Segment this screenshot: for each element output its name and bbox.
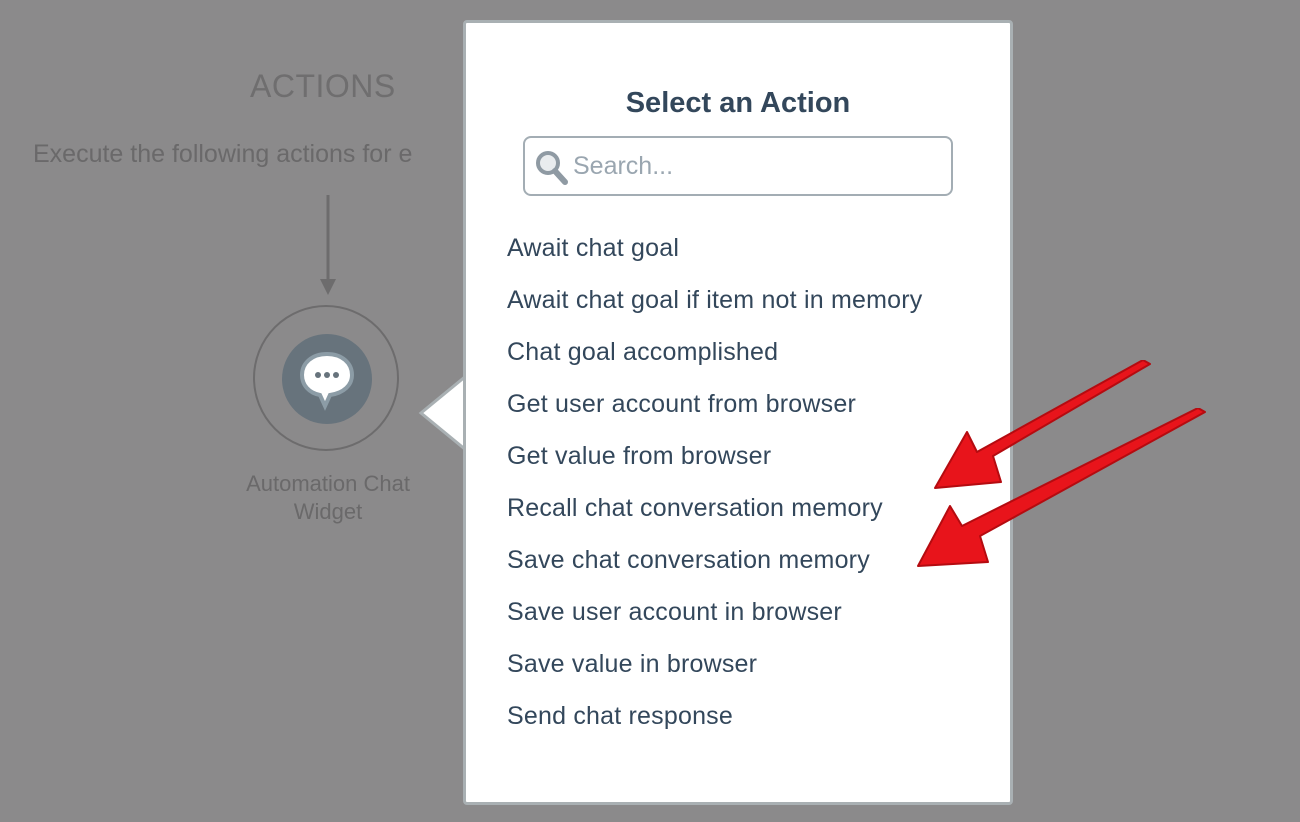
search-field[interactable] xyxy=(523,136,953,196)
action-item-save-value[interactable]: Save value in browser xyxy=(507,641,922,693)
action-item-save-user-account[interactable]: Save user account in browser xyxy=(507,589,922,641)
actions-section-title: ACTIONS xyxy=(250,68,396,104)
action-item-get-user-account[interactable]: Get user account from browser xyxy=(507,381,922,433)
action-item-await-chat-goal[interactable]: Await chat goal xyxy=(507,225,922,277)
action-list: Await chat goal Await chat goal if item … xyxy=(507,225,922,745)
node-label-line2: Widget xyxy=(293,499,363,524)
action-item-get-value[interactable]: Get value from browser xyxy=(507,433,922,485)
popover-pointer xyxy=(418,376,468,450)
chat-widget-node-label: Automation Chat Widget xyxy=(228,470,428,526)
action-item-chat-goal-accomplished[interactable]: Chat goal accomplished xyxy=(507,329,922,381)
action-item-recall-memory[interactable]: Recall chat conversation memory xyxy=(507,485,922,537)
flow-down-arrow xyxy=(320,195,336,295)
action-item-await-chat-goal-if-not-in-memory[interactable]: Await chat goal if item not in memory xyxy=(507,277,922,329)
popover-title: Select an Action xyxy=(625,87,851,119)
search-input[interactable] xyxy=(573,146,933,186)
chat-bubble-icon xyxy=(299,351,355,411)
actions-description: Execute the following actions for e xyxy=(33,140,413,168)
node-label-line1: Automation Chat xyxy=(246,471,410,496)
annotation-arrow-save xyxy=(917,408,1206,567)
search-icon xyxy=(536,151,568,185)
action-item-save-memory[interactable]: Save chat conversation memory xyxy=(507,537,922,589)
action-item-send-chat-response[interactable]: Send chat response xyxy=(507,693,922,745)
